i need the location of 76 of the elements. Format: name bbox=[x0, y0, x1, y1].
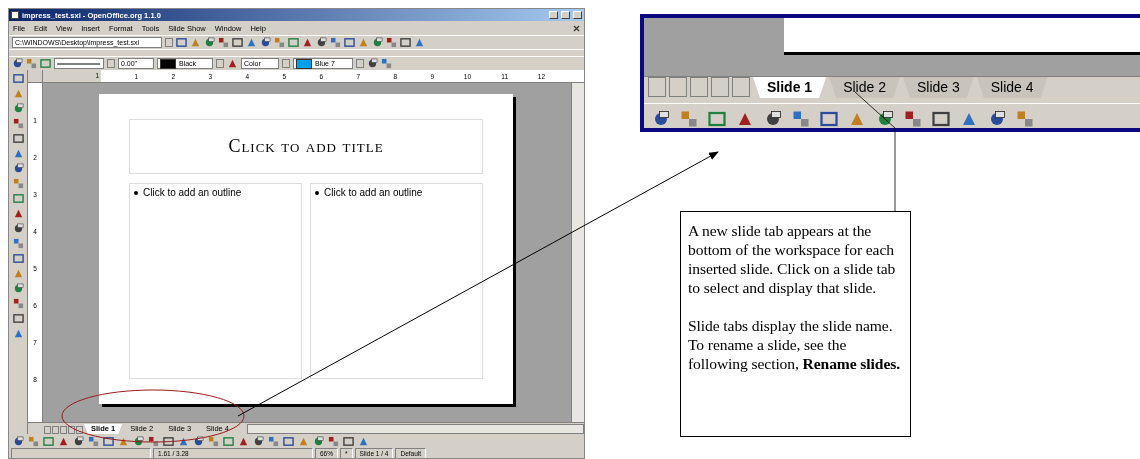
tool-icon[interactable] bbox=[820, 110, 838, 128]
tool-icon[interactable] bbox=[367, 58, 378, 69]
bullet-icon bbox=[134, 191, 138, 195]
minimize-button[interactable] bbox=[549, 11, 558, 19]
document-icon bbox=[11, 11, 19, 19]
tool-icon[interactable] bbox=[133, 435, 144, 447]
callout-text: Slide tabs display the slide name. To rename a slide, see the following section, Rename slides. bbox=[688, 316, 901, 373]
slide-tab[interactable]: Slide 4 bbox=[976, 77, 1048, 98]
tool-icon[interactable] bbox=[328, 435, 339, 447]
tool-icon[interactable] bbox=[12, 163, 24, 174]
tool-icon[interactable] bbox=[876, 110, 894, 128]
tool-icon[interactable] bbox=[316, 37, 327, 48]
close-button[interactable] bbox=[573, 11, 582, 19]
tool-icon[interactable] bbox=[12, 208, 24, 219]
tool-icon[interactable] bbox=[148, 435, 159, 447]
tool-icon[interactable] bbox=[344, 37, 355, 48]
slide-tab[interactable]: Slide 2 bbox=[829, 77, 900, 98]
tool-icon[interactable] bbox=[343, 435, 354, 447]
tool-icon[interactable] bbox=[932, 110, 950, 128]
close-icon[interactable] bbox=[573, 24, 580, 32]
vertical-scrollbar[interactable] bbox=[571, 83, 584, 422]
tool-icon[interactable] bbox=[12, 58, 23, 69]
tool-icon[interactable] bbox=[12, 298, 24, 309]
outline-placeholder[interactable]: Click to add an outline bbox=[310, 183, 483, 379]
slide-tab[interactable]: Slide 1 bbox=[753, 77, 827, 98]
nav-button[interactable] bbox=[732, 77, 750, 97]
dropdown-button[interactable] bbox=[216, 59, 224, 68]
tool-icon[interactable] bbox=[652, 110, 670, 128]
nav-button[interactable] bbox=[669, 77, 687, 97]
tool-icon[interactable] bbox=[163, 435, 174, 447]
tool-icon[interactable] bbox=[118, 435, 129, 447]
callout-text: A new slide tab appears at the bottom of the workspace for each inserted slide. Click on a slide tab to select and display that slide. bbox=[688, 221, 897, 297]
bullet-icon bbox=[315, 191, 319, 195]
tool-icon[interactable] bbox=[58, 435, 69, 447]
tool-icon[interactable] bbox=[386, 37, 397, 48]
dropdown-button[interactable] bbox=[107, 59, 115, 68]
tool-icon[interactable] bbox=[12, 103, 24, 114]
tool-icon[interactable] bbox=[400, 37, 411, 48]
tool-icon[interactable] bbox=[260, 37, 271, 48]
tool-icon[interactable] bbox=[232, 37, 243, 48]
tool-icon[interactable] bbox=[12, 133, 24, 144]
tool-icon[interactable] bbox=[302, 37, 313, 48]
tool-icon[interactable] bbox=[204, 37, 215, 48]
tool-icon[interactable] bbox=[12, 223, 24, 234]
tool-icon[interactable] bbox=[176, 37, 187, 48]
tool-icon[interactable] bbox=[193, 435, 204, 447]
tool-icon[interactable] bbox=[12, 283, 24, 294]
tool-icon[interactable] bbox=[372, 37, 383, 48]
tool-icon[interactable] bbox=[12, 313, 24, 324]
tool-icon[interactable] bbox=[764, 110, 782, 128]
slide-tab[interactable]: Slide 3 bbox=[902, 77, 974, 98]
nav-button[interactable] bbox=[648, 77, 666, 97]
tool-icon[interactable] bbox=[12, 118, 24, 129]
tool-icon[interactable] bbox=[73, 435, 84, 447]
tool-icon[interactable] bbox=[178, 435, 189, 447]
nav-button[interactable] bbox=[711, 77, 729, 97]
tool-icon[interactable] bbox=[238, 435, 249, 447]
tool-icon[interactable] bbox=[12, 253, 24, 264]
maximize-button[interactable] bbox=[561, 11, 570, 19]
tool-icon[interactable] bbox=[13, 435, 24, 447]
tool-icon[interactable] bbox=[904, 110, 922, 128]
title-placeholder[interactable]: Click to add title bbox=[129, 119, 483, 174]
dropdown-button[interactable] bbox=[165, 38, 173, 47]
outline-placeholder[interactable]: Click to add an outline bbox=[129, 183, 302, 379]
nav-button[interactable] bbox=[690, 77, 708, 97]
dropdown-button[interactable] bbox=[356, 59, 364, 68]
tool-icon[interactable] bbox=[313, 435, 324, 447]
tool-icon[interactable] bbox=[283, 435, 294, 447]
tool-icon[interactable] bbox=[253, 435, 264, 447]
tool-icon[interactable] bbox=[218, 37, 229, 48]
tool-icon[interactable] bbox=[88, 435, 99, 447]
tool-icon[interactable] bbox=[988, 110, 1006, 128]
dropdown-button[interactable] bbox=[282, 59, 290, 68]
tool-icon[interactable] bbox=[103, 435, 114, 447]
tool-icon[interactable] bbox=[208, 435, 219, 447]
tool-icon[interactable] bbox=[12, 73, 24, 84]
